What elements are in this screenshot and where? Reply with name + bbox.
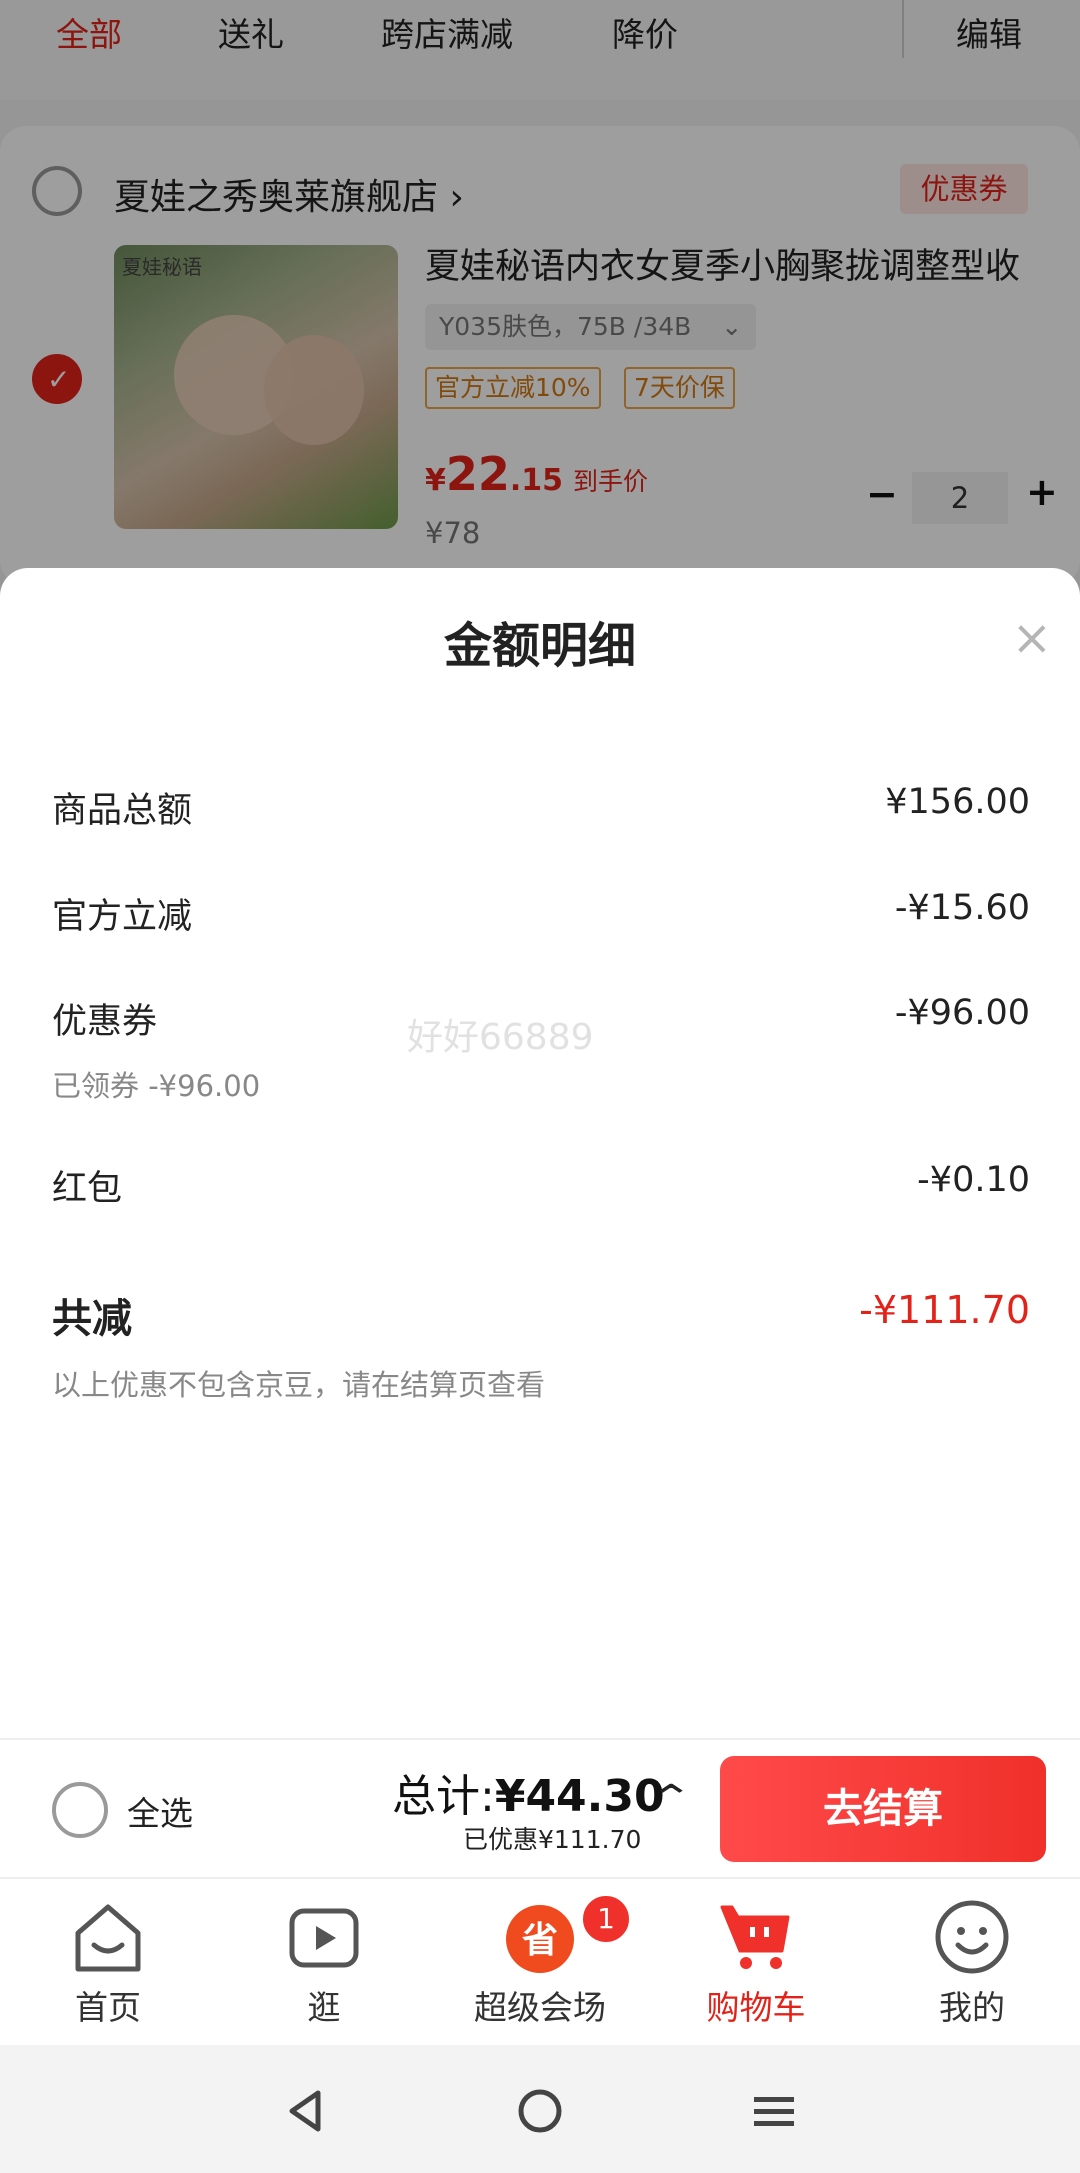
home-circle-icon[interactable] (512, 2083, 568, 2139)
play-video-icon (289, 1908, 359, 1968)
tab-label: 购物车 (706, 1988, 806, 2027)
sheet-title: 金额明细 (443, 618, 636, 674)
tab-label: 我的 (939, 1988, 1005, 2027)
checkout-bar: 全选 总计:¥44.30 已优惠¥111.70 ⌃ 去结算 (0, 1738, 1080, 1877)
chevron-up-icon[interactable]: ⌃ (648, 1778, 693, 1819)
total-prefix: 总计: (392, 1771, 495, 1822)
tab-cart[interactable]: 购物车 (648, 1879, 864, 2047)
checkout-button[interactable]: 去结算 (720, 1756, 1046, 1862)
tab-home[interactable]: 首页 (0, 1879, 216, 2047)
home-icon (75, 1904, 141, 1972)
super-venue-glyph: 省 (522, 1920, 558, 1961)
official-discount-label: 官方立减 (52, 897, 193, 937)
modal-backdrop[interactable] (0, 0, 1080, 600)
saved-amount: 已优惠¥111.70 (463, 1825, 642, 1854)
watermark: 好好66889 (407, 1017, 594, 1058)
select-all-label[interactable]: 全选 (127, 1787, 193, 1835)
goods-total-label: 商品总额 (52, 791, 193, 831)
tab-browse[interactable]: 逛 (216, 1879, 432, 2047)
tab-super-venue[interactable]: 省 1 超级会场 (432, 1879, 648, 2047)
total-amount: ¥44.30 (494, 1771, 665, 1822)
coupon-label: 优惠券 (52, 1002, 158, 1042)
back-icon[interactable] (278, 2083, 334, 2139)
tab-profile[interactable]: 我的 (864, 1879, 1080, 2047)
super-venue-icon: 省 (506, 1905, 574, 1973)
select-all-radio[interactable] (52, 1782, 108, 1838)
red-packet-label: 红包 (52, 1169, 123, 1209)
smiley-profile-icon (935, 1900, 1009, 1974)
amount-details-sheet: 金额明细 × 商品总额 ¥156.00 官方立减 -¥15.60 优惠券 -¥9… (0, 568, 1080, 1738)
total-price: 总计:¥44.30 (392, 1760, 665, 1824)
total-discount-label: 共减 (52, 1296, 132, 1342)
coupon-claimed-note: 已领券 -¥96.00 (52, 1069, 261, 1103)
menu-icon[interactable] (746, 2083, 802, 2139)
discount-footnote: 以上优惠不包含京豆，请在结算页查看 (52, 1368, 546, 1402)
notification-badge: 1 (580, 1893, 632, 1945)
red-packet-value: -¥0.10 (917, 1160, 1030, 1200)
total-discount-value: -¥111.70 (859, 1288, 1030, 1332)
tab-label: 首页 (75, 1988, 141, 2027)
official-discount-value: -¥15.60 (894, 888, 1030, 928)
cart-icon (720, 1905, 790, 1969)
tab-label: 逛 (307, 1988, 341, 2027)
bottom-tab-bar: 首页 逛 省 1 超级会场 购物车 我的 (0, 1877, 1080, 2047)
system-navigation-bar (0, 2045, 1080, 2173)
tab-label: 超级会场 (474, 1988, 606, 2027)
goods-total-value: ¥156.00 (885, 782, 1030, 822)
coupon-value: -¥96.00 (894, 993, 1030, 1033)
close-icon[interactable]: × (1012, 610, 1052, 666)
